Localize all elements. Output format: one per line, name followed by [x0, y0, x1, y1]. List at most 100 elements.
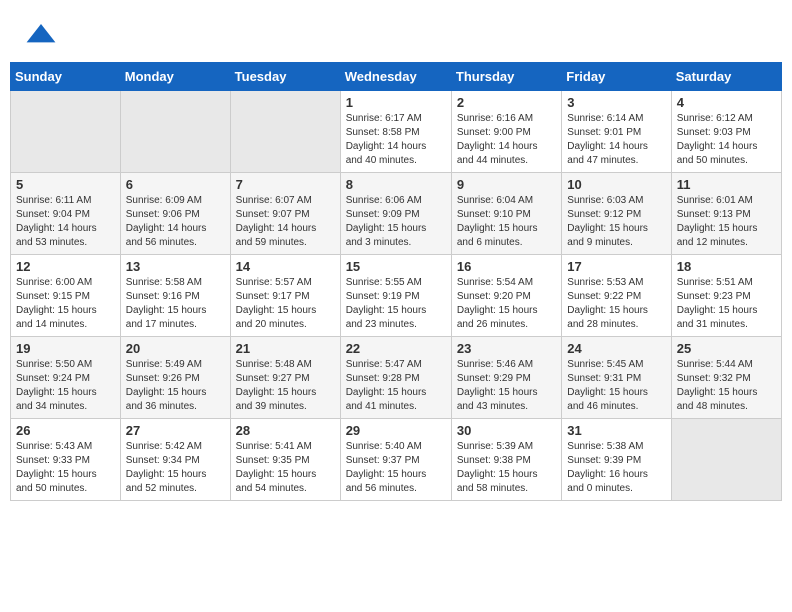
- calendar-cell: [230, 91, 340, 173]
- day-info: Sunrise: 5:53 AM Sunset: 9:22 PM Dayligh…: [567, 276, 665, 332]
- calendar-cell: [671, 419, 781, 501]
- day-number: 25: [677, 341, 776, 356]
- day-info: Sunrise: 5:45 AM Sunset: 9:31 PM Dayligh…: [567, 358, 665, 414]
- calendar-cell: 30 Sunrise: 5:39 AM Sunset: 9:38 PM Dayli…: [451, 419, 561, 501]
- day-number: 31: [567, 423, 665, 438]
- calendar-cell: 2Sunrise: 6:16 AM Sunset: 9:00 PM Daylig…: [451, 91, 561, 173]
- weekday-header-tuesday: Tuesday: [230, 63, 340, 91]
- week-row-2: 5Sunrise: 6:11 AM Sunset: 9:04 PM Daylig…: [11, 173, 782, 255]
- calendar-cell: 25 Sunrise: 5:44 AM Sunset: 9:32 PM Dayli…: [671, 337, 781, 419]
- calendar-cell: 10 Sunrise: 6:03 AM Sunset: 9:12 PM Dayli…: [562, 173, 671, 255]
- week-row-3: 12 Sunrise: 6:00 AM Sunset: 9:15 PM Dayli…: [11, 255, 782, 337]
- calendar-cell: 22 Sunrise: 5:47 AM Sunset: 9:28 PM Dayli…: [340, 337, 451, 419]
- calendar-cell: 23Sunrise: 5:46 AM Sunset: 9:29 PM Dayli…: [451, 337, 561, 419]
- day-number: 6: [126, 177, 225, 192]
- day-info: Sunrise: 5:41 AM Sunset: 9:35 PM Dayligh…: [236, 440, 335, 496]
- weekday-header-monday: Monday: [120, 63, 230, 91]
- day-number: 16: [457, 259, 556, 274]
- day-number: 10: [567, 177, 665, 192]
- calendar-cell: 26 Sunrise: 5:43 AM Sunset: 9:33 PM Dayli…: [11, 419, 121, 501]
- day-info: Sunrise: 5:42 AM Sunset: 9:34 PM Dayligh…: [126, 440, 225, 496]
- logo-icon: [25, 20, 57, 52]
- day-number: 24: [567, 341, 665, 356]
- day-number: 19: [16, 341, 115, 356]
- day-info: Sunrise: 6:17 AM Sunset: 8:58 PM Dayligh…: [346, 112, 446, 168]
- calendar-cell: 28 Sunrise: 5:41 AM Sunset: 9:35 PM Dayli…: [230, 419, 340, 501]
- weekday-header-friday: Friday: [562, 63, 671, 91]
- day-info: Sunrise: 5:58 AM Sunset: 9:16 PM Dayligh…: [126, 276, 225, 332]
- day-info: Sunrise: 5:39 AM Sunset: 9:38 PM Dayligh…: [457, 440, 556, 496]
- day-info: Sunrise: 5:40 AM Sunset: 9:37 PM Dayligh…: [346, 440, 446, 496]
- day-number: 20: [126, 341, 225, 356]
- day-number: 22: [346, 341, 446, 356]
- day-info: Sunrise: 6:14 AM Sunset: 9:01 PM Dayligh…: [567, 112, 665, 168]
- calendar-cell: 12 Sunrise: 6:00 AM Sunset: 9:15 PM Dayli…: [11, 255, 121, 337]
- calendar-cell: 3 Sunrise: 6:14 AM Sunset: 9:01 PM Daylig…: [562, 91, 671, 173]
- calendar-cell: 21 Sunrise: 5:48 AM Sunset: 9:27 PM Dayli…: [230, 337, 340, 419]
- day-number: 7: [236, 177, 335, 192]
- calendar-cell: 6 Sunrise: 6:09 AM Sunset: 9:06 PM Daylig…: [120, 173, 230, 255]
- calendar-cell: 17Sunrise: 5:53 AM Sunset: 9:22 PM Dayli…: [562, 255, 671, 337]
- day-number: 1: [346, 95, 446, 110]
- day-info: Sunrise: 5:50 AM Sunset: 9:24 PM Dayligh…: [16, 358, 115, 414]
- calendar-cell: 19 Sunrise: 5:50 AM Sunset: 9:24 PM Dayli…: [11, 337, 121, 419]
- day-info: Sunrise: 5:48 AM Sunset: 9:27 PM Dayligh…: [236, 358, 335, 414]
- day-number: 28: [236, 423, 335, 438]
- calendar-cell: [120, 91, 230, 173]
- calendar-cell: 15 Sunrise: 5:55 AM Sunset: 9:19 PM Dayli…: [340, 255, 451, 337]
- day-number: 21: [236, 341, 335, 356]
- day-number: 2: [457, 95, 556, 110]
- page-header: [10, 10, 782, 57]
- day-info: Sunrise: 5:55 AM Sunset: 9:19 PM Dayligh…: [346, 276, 446, 332]
- day-info: Sunrise: 6:03 AM Sunset: 9:12 PM Dayligh…: [567, 194, 665, 250]
- day-number: 30: [457, 423, 556, 438]
- weekday-header-row: SundayMondayTuesdayWednesdayThursdayFrid…: [11, 63, 782, 91]
- day-number: 29: [346, 423, 446, 438]
- logo: [25, 20, 61, 52]
- day-number: 3: [567, 95, 665, 110]
- day-info: Sunrise: 5:46 AM Sunset: 9:29 PM Dayligh…: [457, 358, 556, 414]
- day-number: 15: [346, 259, 446, 274]
- calendar-cell: 11 Sunrise: 6:01 AM Sunset: 9:13 PM Dayli…: [671, 173, 781, 255]
- weekday-header-thursday: Thursday: [451, 63, 561, 91]
- day-number: 4: [677, 95, 776, 110]
- calendar-cell: 14 Sunrise: 5:57 AM Sunset: 9:17 PM Dayli…: [230, 255, 340, 337]
- day-info: Sunrise: 6:04 AM Sunset: 9:10 PM Dayligh…: [457, 194, 556, 250]
- calendar-cell: 9 Sunrise: 6:04 AM Sunset: 9:10 PM Daylig…: [451, 173, 561, 255]
- calendar-cell: 7Sunrise: 6:07 AM Sunset: 9:07 PM Daylig…: [230, 173, 340, 255]
- calendar-cell: [11, 91, 121, 173]
- calendar-cell: 13Sunrise: 5:58 AM Sunset: 9:16 PM Dayli…: [120, 255, 230, 337]
- day-info: Sunrise: 6:01 AM Sunset: 9:13 PM Dayligh…: [677, 194, 776, 250]
- day-number: 9: [457, 177, 556, 192]
- calendar-cell: 18 Sunrise: 5:51 AM Sunset: 9:23 PM Dayli…: [671, 255, 781, 337]
- calendar-cell: 5Sunrise: 6:11 AM Sunset: 9:04 PM Daylig…: [11, 173, 121, 255]
- weekday-header-wednesday: Wednesday: [340, 63, 451, 91]
- day-info: Sunrise: 5:51 AM Sunset: 9:23 PM Dayligh…: [677, 276, 776, 332]
- day-info: Sunrise: 5:43 AM Sunset: 9:33 PM Dayligh…: [16, 440, 115, 496]
- day-number: 12: [16, 259, 115, 274]
- day-info: Sunrise: 6:09 AM Sunset: 9:06 PM Dayligh…: [126, 194, 225, 250]
- day-info: Sunrise: 5:47 AM Sunset: 9:28 PM Dayligh…: [346, 358, 446, 414]
- day-info: Sunrise: 6:12 AM Sunset: 9:03 PM Dayligh…: [677, 112, 776, 168]
- day-number: 27: [126, 423, 225, 438]
- day-info: Sunrise: 6:00 AM Sunset: 9:15 PM Dayligh…: [16, 276, 115, 332]
- day-info: Sunrise: 6:11 AM Sunset: 9:04 PM Dayligh…: [16, 194, 115, 250]
- week-row-4: 19 Sunrise: 5:50 AM Sunset: 9:24 PM Dayli…: [11, 337, 782, 419]
- day-number: 18: [677, 259, 776, 274]
- day-number: 14: [236, 259, 335, 274]
- day-number: 11: [677, 177, 776, 192]
- day-info: Sunrise: 5:44 AM Sunset: 9:32 PM Dayligh…: [677, 358, 776, 414]
- calendar-cell: 31 Sunrise: 5:38 AM Sunset: 9:39 PM Dayli…: [562, 419, 671, 501]
- day-info: Sunrise: 5:57 AM Sunset: 9:17 PM Dayligh…: [236, 276, 335, 332]
- day-number: 26: [16, 423, 115, 438]
- weekday-header-saturday: Saturday: [671, 63, 781, 91]
- calendar-cell: 27 Sunrise: 5:42 AM Sunset: 9:34 PM Dayli…: [120, 419, 230, 501]
- calendar-table: SundayMondayTuesdayWednesdayThursdayFrid…: [10, 62, 782, 501]
- calendar-cell: 20Sunrise: 5:49 AM Sunset: 9:26 PM Dayli…: [120, 337, 230, 419]
- calendar-cell: 8Sunrise: 6:06 AM Sunset: 9:09 PM Daylig…: [340, 173, 451, 255]
- weekday-header-sunday: Sunday: [11, 63, 121, 91]
- day-info: Sunrise: 6:06 AM Sunset: 9:09 PM Dayligh…: [346, 194, 446, 250]
- day-info: Sunrise: 5:38 AM Sunset: 9:39 PM Dayligh…: [567, 440, 665, 496]
- calendar-cell: 29 Sunrise: 5:40 AM Sunset: 9:37 PM Dayli…: [340, 419, 451, 501]
- day-info: Sunrise: 5:54 AM Sunset: 9:20 PM Dayligh…: [457, 276, 556, 332]
